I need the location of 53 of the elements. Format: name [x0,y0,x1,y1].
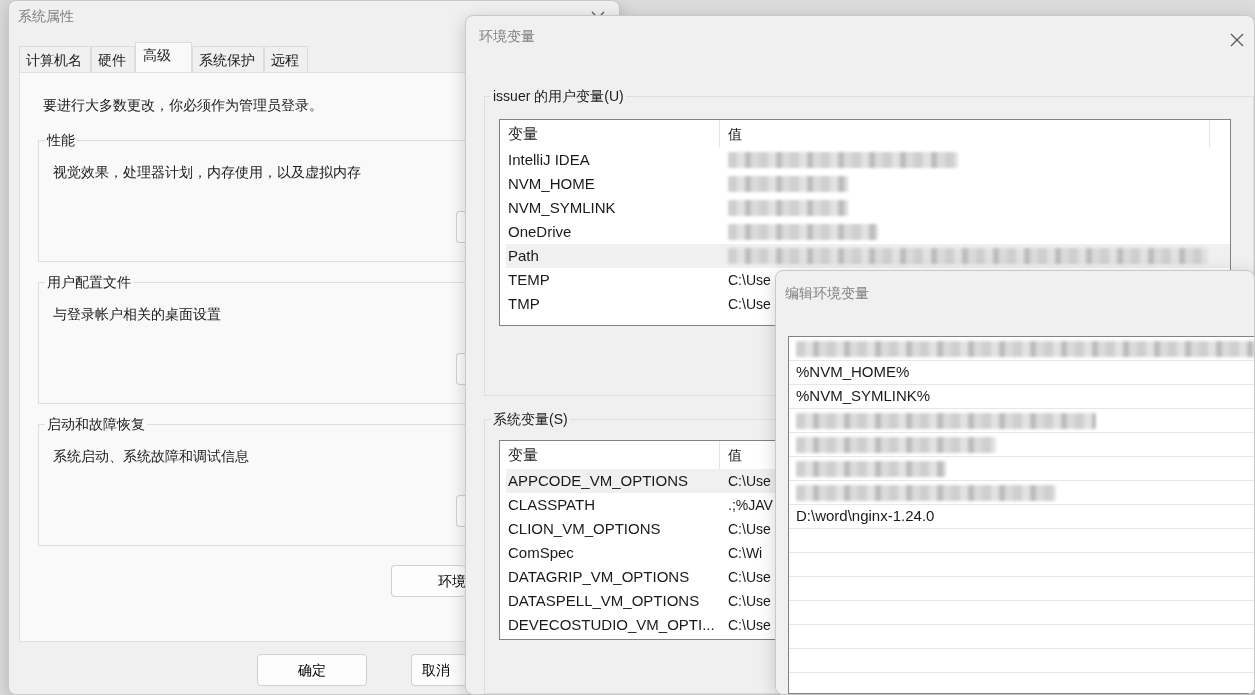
window-title: 编辑环境变量 [785,284,869,303]
variable-name: CLION_VM_OPTIONS [507,518,662,539]
tab[interactable]: 硬件 [91,46,135,72]
group-title: 启动和故障恢复 [45,415,147,433]
list-row[interactable]: IntelliJ IDEA [506,148,1230,172]
variable-name: NVM_SYMLINK [507,197,617,218]
group-description: 系统启动、系统故障和调试信息 [53,447,249,466]
variable-value: C:\Use [727,270,771,290]
path-entry[interactable]: D:\word\nginx-1.24.0 [796,505,935,528]
tab[interactable]: 高级 [135,42,192,72]
variable-value: C:\Use [727,519,771,539]
variable-value: C:\Use [727,591,771,611]
environment-variables-button[interactable]: 环境 [391,565,465,597]
group-description: 与登录帐户相关的桌面设置 [53,305,221,324]
variable-name: IntelliJ IDEA [507,149,591,170]
window-title: 环境变量 [479,27,535,46]
dialog-button[interactable]: 取消 [411,654,466,686]
group-title: 用户配置文件 [45,273,133,291]
variable-value: .;%JAV [727,495,773,515]
group-description: 视觉效果，处理器计划，内存使用，以及虚拟内存 [53,163,361,182]
variable-name: DATAGRIP_VM_OPTIONS [507,566,691,587]
tab[interactable]: 系统保护 [192,46,264,72]
variable-name: CLASSPATH [507,494,596,515]
dialog-button[interactable]: 确定 [257,654,367,686]
variable-name: TEMP [507,269,551,290]
group-title: 性能 [45,131,77,149]
variable-value: C:\Wi [727,543,763,563]
list-row[interactable]: Path [506,244,1230,268]
variable-name: DEVECOSTUDIO_VM_OPTI... [507,614,716,635]
column-header[interactable]: 值 [720,120,1210,148]
group-title: issuer 的用户变量(U) [491,87,626,105]
variable-name: APPCODE_VM_OPTIONS [507,470,690,491]
notice-text: 要进行大多数更改，你必须作为管理员登录。 [43,96,323,115]
variable-name: TMP [507,293,541,314]
column-header[interactable]: 变量 [506,120,720,148]
path-entry[interactable]: %NVM_SYMLINK% [796,385,931,408]
group-title: 系统变量(S) [491,410,570,428]
variable-name: NVM_HOME [507,173,596,194]
window-title: 系统属性 [18,7,74,26]
list-row[interactable]: NVM_SYMLINK [506,196,1230,220]
variable-value: C:\Use [727,471,771,491]
list-row[interactable]: NVM_HOME [506,172,1230,196]
list-row[interactable]: OneDrive [506,220,1230,244]
variable-value: C:\Use [727,615,771,635]
variable-name: ComSpec [507,542,575,563]
tab[interactable]: 计算机名 [19,46,91,72]
tab[interactable]: 远程 [264,46,308,72]
variable-value: C:\Use [727,567,771,587]
variable-name: DATASPELL_VM_OPTIONS [507,590,701,611]
variable-name: OneDrive [507,221,573,242]
variable-value: C:\Use [727,294,771,314]
variable-name: Path [507,245,540,266]
path-entry[interactable]: %NVM_HOME% [796,361,910,384]
